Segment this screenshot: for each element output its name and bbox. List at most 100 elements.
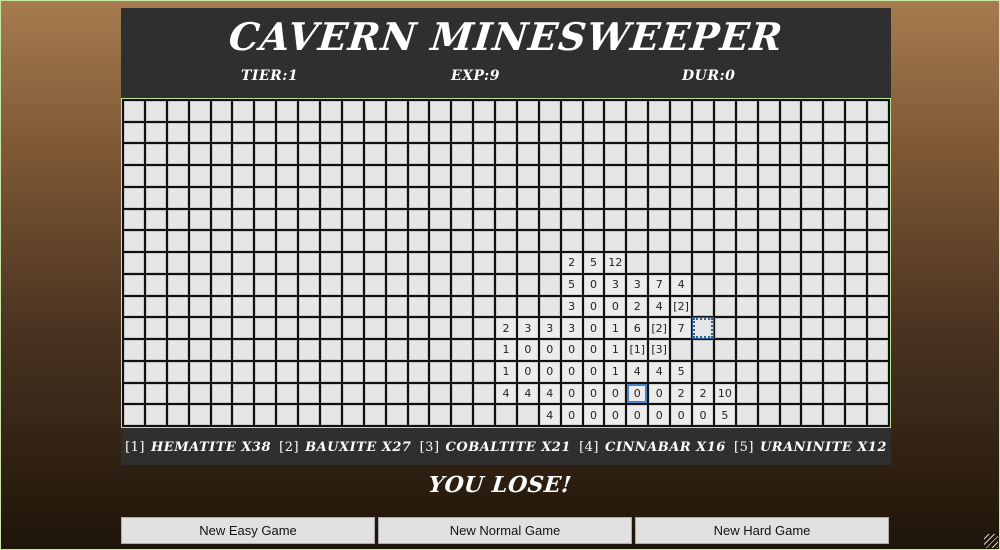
- hidden-cell[interactable]: [211, 296, 232, 317]
- hidden-cell[interactable]: [145, 274, 166, 295]
- hidden-cell[interactable]: [452, 405, 473, 425]
- selected-cell[interactable]: [692, 317, 714, 340]
- hidden-cell[interactable]: [452, 231, 473, 252]
- hidden-cell[interactable]: [802, 274, 823, 295]
- hidden-cell[interactable]: [233, 122, 254, 143]
- new-normal-game-button[interactable]: New Normal Game: [378, 517, 632, 544]
- hidden-cell[interactable]: [320, 253, 341, 273]
- hidden-cell[interactable]: [408, 101, 429, 121]
- revealed-cell[interactable]: 0: [539, 361, 560, 382]
- hidden-cell[interactable]: [693, 231, 713, 252]
- revealed-cell[interactable]: 0: [561, 361, 582, 382]
- hidden-cell[interactable]: [452, 274, 473, 295]
- hidden-cell[interactable]: [211, 253, 232, 273]
- revealed-cell[interactable]: 7: [649, 274, 670, 295]
- hidden-cell[interactable]: [255, 253, 276, 273]
- hidden-cell[interactable]: [846, 144, 867, 165]
- hidden-cell[interactable]: [583, 122, 604, 143]
- hidden-cell[interactable]: [299, 383, 319, 404]
- hidden-cell[interactable]: [649, 231, 670, 252]
- hidden-cell[interactable]: [255, 187, 276, 208]
- hidden-cell[interactable]: [539, 122, 560, 143]
- hidden-cell[interactable]: [758, 122, 779, 143]
- hidden-cell[interactable]: [255, 101, 276, 121]
- hidden-cell[interactable]: [233, 274, 254, 295]
- hidden-cell[interactable]: [561, 231, 582, 252]
- hidden-cell[interactable]: [211, 231, 232, 252]
- hidden-cell[interactable]: [408, 361, 429, 382]
- hidden-cell[interactable]: [452, 122, 473, 143]
- hidden-cell[interactable]: [364, 318, 385, 339]
- hidden-cell[interactable]: [124, 383, 144, 404]
- hidden-cell[interactable]: [364, 361, 385, 382]
- hidden-cell[interactable]: [189, 253, 210, 273]
- revealed-cell[interactable]: [2]: [649, 318, 670, 339]
- revealed-cell[interactable]: 4: [649, 361, 670, 382]
- hidden-cell[interactable]: [627, 166, 648, 186]
- hidden-cell[interactable]: [714, 274, 735, 295]
- hidden-cell[interactable]: [364, 231, 385, 252]
- hidden-cell[interactable]: [342, 209, 363, 230]
- hidden-cell[interactable]: [408, 274, 429, 295]
- revealed-cell[interactable]: 0: [605, 405, 626, 425]
- hidden-cell[interactable]: [211, 166, 232, 186]
- hidden-cell[interactable]: [868, 383, 888, 404]
- hidden-cell[interactable]: [342, 296, 363, 317]
- hidden-cell[interactable]: [736, 187, 757, 208]
- hidden-cell[interactable]: [780, 318, 801, 339]
- hidden-cell[interactable]: [846, 101, 867, 121]
- hidden-cell[interactable]: [277, 383, 298, 404]
- hidden-cell[interactable]: [124, 318, 144, 339]
- hidden-cell[interactable]: [320, 405, 341, 425]
- hidden-cell[interactable]: [320, 274, 341, 295]
- hidden-cell[interactable]: [736, 383, 757, 404]
- revealed-cell[interactable]: 4: [671, 274, 692, 295]
- hidden-cell[interactable]: [474, 101, 495, 121]
- hidden-cell[interactable]: [736, 144, 757, 165]
- hidden-cell[interactable]: [868, 144, 888, 165]
- hidden-cell[interactable]: [474, 231, 495, 252]
- hidden-cell[interactable]: [868, 101, 888, 121]
- revealed-cell[interactable]: 3: [561, 296, 582, 317]
- hidden-cell[interactable]: [780, 405, 801, 425]
- revealed-cell[interactable]: 4: [539, 383, 560, 404]
- hidden-cell[interactable]: [539, 231, 560, 252]
- hidden-cell[interactable]: [124, 274, 144, 295]
- hidden-cell[interactable]: [496, 405, 516, 425]
- hidden-cell[interactable]: [693, 209, 713, 230]
- hidden-cell[interactable]: [539, 296, 560, 317]
- hidden-cell[interactable]: [474, 122, 495, 143]
- hidden-cell[interactable]: [386, 231, 407, 252]
- hidden-cell[interactable]: [189, 166, 210, 186]
- hidden-cell[interactable]: [736, 122, 757, 143]
- hidden-cell[interactable]: [386, 274, 407, 295]
- hidden-cell[interactable]: [846, 209, 867, 230]
- hidden-cell[interactable]: [255, 340, 276, 360]
- revealed-cell[interactable]: 10: [714, 383, 735, 404]
- hidden-cell[interactable]: [474, 405, 495, 425]
- revealed-cell[interactable]: [2]: [671, 296, 692, 317]
- revealed-cell[interactable]: 0: [671, 405, 692, 425]
- hidden-cell[interactable]: [714, 340, 735, 360]
- hidden-cell[interactable]: [167, 296, 188, 317]
- hidden-cell[interactable]: [342, 405, 363, 425]
- hidden-cell[interactable]: [649, 209, 670, 230]
- hidden-cell[interactable]: [167, 144, 188, 165]
- hidden-cell[interactable]: [320, 166, 341, 186]
- hidden-cell[interactable]: [517, 187, 538, 208]
- hidden-cell[interactable]: [736, 296, 757, 317]
- hidden-cell[interactable]: [846, 383, 867, 404]
- hidden-cell[interactable]: [386, 144, 407, 165]
- hidden-cell[interactable]: [758, 405, 779, 425]
- hidden-cell[interactable]: [167, 318, 188, 339]
- hidden-cell[interactable]: [714, 296, 735, 317]
- hidden-cell[interactable]: [868, 318, 888, 339]
- hidden-cell[interactable]: [386, 166, 407, 186]
- hidden-cell[interactable]: [211, 122, 232, 143]
- hidden-cell[interactable]: [780, 166, 801, 186]
- hidden-cell[interactable]: [342, 253, 363, 273]
- hidden-cell[interactable]: [320, 296, 341, 317]
- hidden-cell[interactable]: [408, 144, 429, 165]
- hidden-cell[interactable]: [430, 166, 451, 186]
- hidden-cell[interactable]: [145, 405, 166, 425]
